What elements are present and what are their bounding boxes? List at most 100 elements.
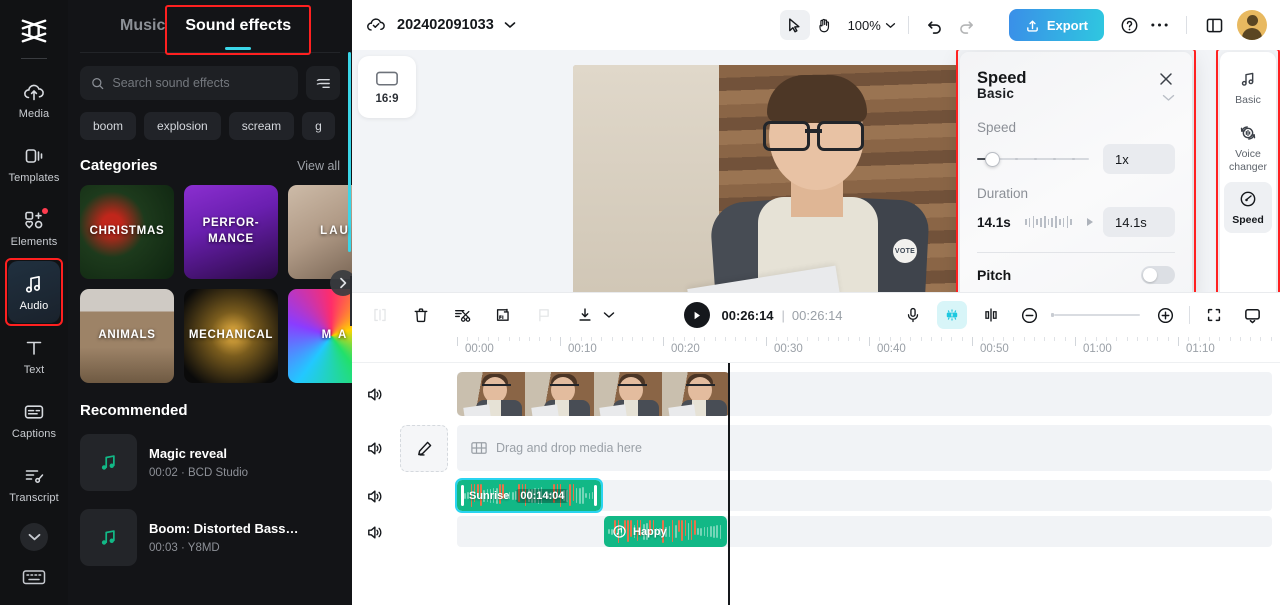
aspect-ratio-button[interactable]: 16:9 xyxy=(358,56,416,118)
search-input[interactable] xyxy=(112,76,287,90)
categories-next-button[interactable] xyxy=(330,270,352,296)
sidebar-item-audio[interactable]: Audio xyxy=(5,258,63,326)
export-button[interactable]: Export xyxy=(1008,9,1104,41)
edit-track-button[interactable] xyxy=(400,425,448,472)
view-all-link[interactable]: View all xyxy=(297,159,340,173)
speed-slider[interactable] xyxy=(977,151,1089,167)
ai-frame-button[interactable] xyxy=(489,301,517,329)
delete-button[interactable] xyxy=(407,301,435,329)
avatar[interactable] xyxy=(1237,10,1267,40)
cloud-saved-icon xyxy=(367,18,385,31)
sidebar-item-text[interactable]: Text xyxy=(8,325,60,387)
audio-clip-sunrise[interactable]: Sunrise 00:14:04 xyxy=(455,478,603,513)
tab-sound-effects[interactable]: Sound effects xyxy=(165,5,312,55)
chevron-down-icon xyxy=(1162,94,1175,101)
undo-icon xyxy=(928,20,942,34)
duration-control-row: 14.1s 14.1s xyxy=(960,201,1192,237)
speed-slider-tick xyxy=(1034,157,1037,161)
timeline-ruler[interactable]: 00:00 00:10 00:20 00:30 00:40 00:50 01:0… xyxy=(352,337,1280,363)
aspect-ratio-icon xyxy=(376,71,398,86)
tool-speed[interactable]: Speed xyxy=(1224,182,1272,234)
speed-mode-row[interactable]: Basic xyxy=(960,88,1192,108)
more-dots-icon xyxy=(1150,23,1168,27)
chevron-down-icon xyxy=(28,533,40,541)
chip-boom[interactable]: boom xyxy=(80,112,137,140)
search-input-wrapper[interactable] xyxy=(80,66,298,100)
tool-basic[interactable]: Basic xyxy=(1224,62,1272,113)
sidebar-item-elements[interactable]: Elements xyxy=(8,197,60,259)
chip-explosion[interactable]: explosion xyxy=(144,112,221,140)
category-card[interactable]: LAU xyxy=(288,185,352,279)
sidebar-item-transcript[interactable]: Transcript xyxy=(8,453,60,515)
tool-voice-changer[interactable]: Voice changer xyxy=(1224,116,1272,180)
timeline-zoom-slider[interactable] xyxy=(1051,313,1141,317)
chip-scream[interactable]: scream xyxy=(228,112,295,140)
recommended-heading: Recommended xyxy=(80,402,188,419)
speed-slider-knob[interactable] xyxy=(985,151,1000,167)
category-card[interactable]: CHRISTMAS xyxy=(80,185,174,279)
sidebar-more-button[interactable] xyxy=(20,523,48,551)
help-button[interactable] xyxy=(1114,10,1144,40)
speed-value-field[interactable]: 1x xyxy=(1103,144,1175,174)
video-preview[interactable]: VOTE xyxy=(573,65,958,292)
play-button[interactable] xyxy=(684,302,711,328)
more-options-button[interactable] xyxy=(1144,10,1174,40)
export-button-label: Export xyxy=(1046,17,1088,33)
sidebar-item-media[interactable]: Media xyxy=(8,69,60,131)
clip-handle-right[interactable] xyxy=(594,485,597,506)
project-info[interactable]: 202402091033 xyxy=(365,14,516,36)
drop-lane[interactable]: Drag and drop media here xyxy=(457,425,1272,471)
chip-partial[interactable]: g xyxy=(302,112,335,140)
sidebar-item-templates[interactable]: Templates xyxy=(8,133,60,195)
audio-clip-happy[interactable]: Happy xyxy=(604,516,727,547)
download-button[interactable] xyxy=(571,301,599,329)
auto-cut-button[interactable] xyxy=(448,301,476,329)
filter-button[interactable] xyxy=(306,66,340,100)
marker-button[interactable] xyxy=(530,301,558,329)
video-clip[interactable] xyxy=(457,372,730,416)
mute-toggle[interactable] xyxy=(362,436,386,460)
hand-tool-button[interactable] xyxy=(810,10,840,40)
redo-button[interactable] xyxy=(951,10,981,40)
audio-lane[interactable] xyxy=(457,516,1272,547)
sidebar-item-captions[interactable]: Captions xyxy=(8,389,60,451)
mute-toggle[interactable] xyxy=(362,484,386,508)
elements-badge-dot xyxy=(42,208,48,214)
keyboard-shortcuts-button[interactable] xyxy=(21,565,47,589)
display-options-button[interactable] xyxy=(1238,301,1266,329)
total-time: 00:26:14 xyxy=(791,307,843,323)
category-card[interactable]: M A xyxy=(288,289,352,383)
category-card[interactable]: MECHANICAL xyxy=(184,289,278,383)
app-logo[interactable] xyxy=(0,8,68,54)
download-options-button[interactable] xyxy=(603,306,615,324)
keyframe-button[interactable] xyxy=(977,301,1005,329)
auto-enhance-button[interactable] xyxy=(937,301,968,329)
category-card[interactable]: PERFOR- MANCE xyxy=(184,185,278,279)
microphone-button[interactable] xyxy=(899,301,927,329)
list-item[interactable]: Magic reveal 00:02 · BCD Studio xyxy=(80,425,340,500)
mute-toggle[interactable] xyxy=(362,520,386,544)
category-card[interactable]: ANIMALS xyxy=(80,289,174,383)
close-button[interactable] xyxy=(1157,70,1175,88)
chevron-down-icon[interactable] xyxy=(504,21,516,29)
panel-collapse-handle[interactable] xyxy=(350,276,352,326)
tab-music[interactable]: Music xyxy=(110,11,175,41)
duration-value-field[interactable]: 14.1s xyxy=(1103,207,1175,237)
ruler-label: 00:40 xyxy=(877,343,906,355)
split-button[interactable] xyxy=(366,301,394,329)
sidebar-item-label: Text xyxy=(23,364,45,376)
preview-wall xyxy=(573,65,720,292)
panel-scrollbar[interactable] xyxy=(348,52,351,252)
layout-toggle-button[interactable] xyxy=(1199,10,1229,40)
select-tool-button[interactable] xyxy=(779,10,810,40)
mute-toggle[interactable] xyxy=(362,382,386,406)
zoom-in-button[interactable] xyxy=(1151,301,1179,329)
zoom-out-button[interactable] xyxy=(1015,301,1043,329)
duration-ticks[interactable] xyxy=(1025,215,1075,229)
sidebar-item-label: Captions xyxy=(11,428,57,440)
pitch-toggle[interactable] xyxy=(1141,266,1175,284)
fit-timeline-button[interactable] xyxy=(1200,301,1228,329)
undo-button[interactable] xyxy=(921,10,951,40)
zoom-level-select[interactable]: 100% xyxy=(848,18,896,33)
list-item[interactable]: Boom: Distorted Bass… 00:03 · Y8MD xyxy=(80,500,340,575)
